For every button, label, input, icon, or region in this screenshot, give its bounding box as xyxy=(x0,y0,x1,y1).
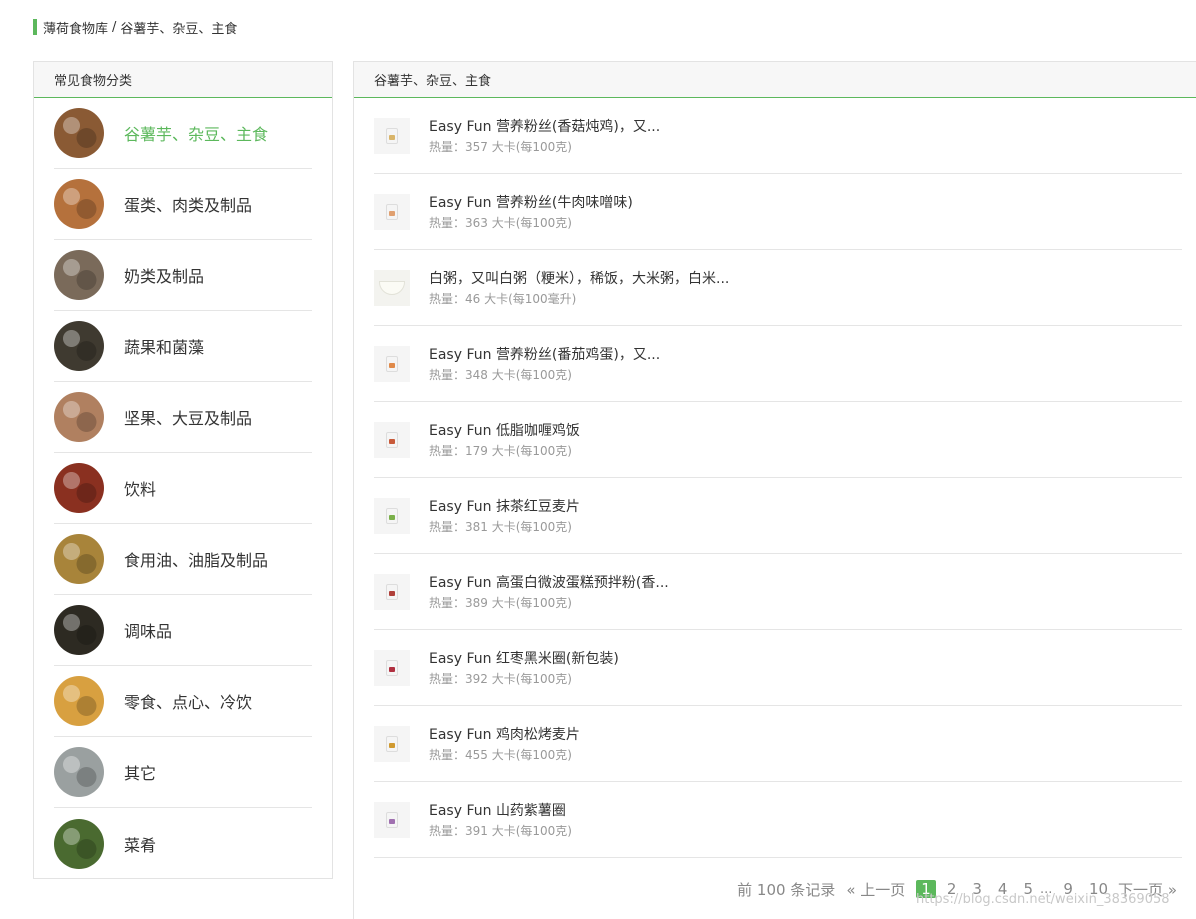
food-calories: 热量：455 大卡(每100克) xyxy=(429,747,572,762)
food-name[interactable]: Easy Fun 鸡肉松烤麦片 xyxy=(429,725,580,745)
food-package-icon xyxy=(374,725,410,762)
category-sidebar: 常见食物分类 谷薯芋、杂豆、主食 蛋类、肉类及制品 奶类及制品蔬果和菌藻坚果、大豆及… xyxy=(33,61,333,879)
food-item[interactable]: Easy Fun 营养粉丝(牛肉味噌味) 热量：363 大卡(每100克) xyxy=(374,174,1182,250)
food-item[interactable]: Easy Fun 低脂咖喱鸡饭热量：179 大卡(每100克) xyxy=(374,402,1182,478)
food-calories: 热量：392 大卡(每100克) xyxy=(429,671,572,686)
food-calories: 热量：363 大卡(每100克) xyxy=(429,215,572,230)
food-name[interactable]: Easy Fun 低脂咖喱鸡饭 xyxy=(429,421,580,441)
category-label: 蔬果和菌藻 xyxy=(124,338,205,357)
food-package-icon xyxy=(374,117,410,154)
food-calories: 热量：179 大卡(每100克) xyxy=(429,443,572,458)
food-item[interactable]: Easy Fun 营养粉丝(香菇炖鸡)，又... 热量：357 大卡(每100克) xyxy=(374,98,1182,174)
food-item[interactable]: Easy Fun 抹茶红豆麦片热量：381 大卡(每100克) xyxy=(374,478,1182,554)
food-item[interactable]: Easy Fun 山药紫薯圈热量：391 大卡(每100克) xyxy=(374,782,1182,858)
vegetable-category-icon xyxy=(54,321,104,371)
food-info: Easy Fun 营养粉丝(牛肉味噌味) 热量：363 大卡(每100克) xyxy=(429,193,633,231)
food-calories: 热量：381 大卡(每100克) xyxy=(429,519,572,534)
category-label: 菜肴 xyxy=(124,835,157,855)
porridge-bowl-icon xyxy=(374,269,410,306)
food-package-icon xyxy=(374,193,410,230)
watermark: https://blog.csdn.net/weixin_38369058 xyxy=(916,892,1170,907)
egg-category-icon xyxy=(54,179,104,229)
food-name[interactable]: Easy Fun 营养粉丝(香菇炖鸡)，又... xyxy=(429,117,660,137)
category-item[interactable]: 坚果、大豆及制品 xyxy=(54,382,312,453)
category-item[interactable]: 调味品 xyxy=(54,595,312,666)
category-item[interactable]: 食用油、油脂及制品 xyxy=(54,524,312,595)
pagination-prev[interactable]: « 上一页 xyxy=(841,879,910,900)
category-label: 食用油、油脂及制品 xyxy=(124,551,269,570)
category-label: 坚果、大豆及制品 xyxy=(124,409,253,428)
food-item[interactable]: Easy Fun 鸡肉松烤麦片热量：455 大卡(每100克) xyxy=(374,706,1182,782)
category-label: 谷薯芋、杂豆、主食 xyxy=(124,125,269,144)
food-name[interactable]: 白粥，又叫白粥（粳米），稀饭，大米粥，白米... xyxy=(429,269,729,289)
food-info: Easy Fun 营养粉丝(香菇炖鸡)，又... 热量：357 大卡(每100克) xyxy=(429,117,660,155)
food-list-panel: 谷薯芋、杂豆、主食 Easy Fun 营养粉丝(香菇炖鸡)，又... 热量：357… xyxy=(353,61,1196,919)
food-name[interactable]: Easy Fun 抹茶红豆麦片 xyxy=(429,497,580,517)
drink-category-icon xyxy=(54,463,104,513)
food-name[interactable]: Easy Fun 红枣黑米圈(新包装) xyxy=(429,649,619,669)
snack-category-icon xyxy=(54,676,104,726)
food-calories: 热量：389 大卡(每100克) xyxy=(429,595,572,610)
panel-title: 谷薯芋、杂豆、主食 xyxy=(354,62,1196,98)
food-name[interactable]: Easy Fun 营养粉丝(番茄鸡蛋)，又... xyxy=(429,345,660,365)
category-label: 零食、点心、冷饮 xyxy=(124,693,253,712)
food-name[interactable]: Easy Fun 高蛋白微波蛋糕预拌粉(香... xyxy=(429,573,669,593)
food-item[interactable]: Easy Fun 营养粉丝(番茄鸡蛋)，又... 热量：348 大卡(每100克) xyxy=(374,326,1182,402)
breadcrumb-current: 谷薯芋、杂豆、主食 xyxy=(120,21,238,37)
food-calories: 热量：357 大卡(每100克) xyxy=(429,139,572,154)
food-info: 白粥，又叫白粥（粳米），稀饭，大米粥，白米... 热量：46 大卡(每100毫升) xyxy=(429,269,729,307)
food-calories: 热量：46 大卡(每100毫升) xyxy=(429,291,577,306)
food-list: Easy Fun 营养粉丝(香菇炖鸡)，又... 热量：357 大卡(每100克)… xyxy=(354,98,1196,858)
food-item[interactable]: Easy Fun 红枣黑米圈(新包装) 热量：392 大卡(每100克) xyxy=(374,630,1182,706)
food-package-icon xyxy=(374,573,410,610)
food-package-icon xyxy=(374,421,410,458)
other-category-icon xyxy=(54,747,104,797)
food-package-icon xyxy=(374,801,410,838)
food-package-icon xyxy=(374,497,410,534)
food-calories: 热量：391 大卡(每100克) xyxy=(429,823,572,838)
category-item[interactable]: 蛋类、肉类及制品 xyxy=(54,169,312,240)
food-info: Easy Fun 红枣黑米圈(新包装) 热量：392 大卡(每100克) xyxy=(429,649,619,687)
category-item[interactable]: 蔬果和菌藻 xyxy=(54,311,312,382)
nut-category-icon xyxy=(54,392,104,442)
food-package-icon xyxy=(374,649,410,686)
category-item[interactable]: 饮料 xyxy=(54,453,312,524)
category-list: 谷薯芋、杂豆、主食 蛋类、肉类及制品 奶类及制品蔬果和菌藻坚果、大豆及制品 饮料食用油… xyxy=(34,98,332,879)
category-item[interactable]: 零食、点心、冷饮 xyxy=(54,666,312,737)
sidebar-title: 常见食物分类 xyxy=(34,62,332,98)
category-item[interactable]: 奶类及制品 xyxy=(54,240,312,311)
category-label: 奶类及制品 xyxy=(124,267,205,286)
category-item[interactable]: 其它 xyxy=(54,737,312,808)
category-item[interactable]: 菜肴 xyxy=(54,808,312,879)
breadcrumb-root-link[interactable]: 薄荷食物库 xyxy=(43,18,108,37)
food-info: Easy Fun 低脂咖喱鸡饭热量：179 大卡(每100克) xyxy=(429,421,580,459)
breadcrumb: 薄荷食物库 / 谷薯芋、杂豆、主食 xyxy=(33,18,238,37)
food-name[interactable]: Easy Fun 山药紫薯圈 xyxy=(429,801,572,821)
food-info: Easy Fun 高蛋白微波蛋糕预拌粉(香... 热量：389 大卡(每100克) xyxy=(429,573,669,611)
dish-category-icon xyxy=(54,818,104,869)
breadcrumb-accent-bar xyxy=(33,19,37,35)
category-item[interactable]: 谷薯芋、杂豆、主食 xyxy=(54,98,312,169)
grain-category-icon xyxy=(54,108,104,158)
pagination-total: 前 100 条记录 xyxy=(737,880,836,899)
food-package-icon xyxy=(374,345,410,382)
category-label: 其它 xyxy=(124,764,157,783)
category-label: 饮料 xyxy=(124,480,157,499)
seasoning-category-icon xyxy=(54,605,104,655)
breadcrumb-separator: / xyxy=(112,19,117,35)
oil-category-icon xyxy=(54,534,104,584)
food-info: Easy Fun 营养粉丝(番茄鸡蛋)，又... 热量：348 大卡(每100克) xyxy=(429,345,660,383)
category-label: 蛋类、肉类及制品 xyxy=(124,196,253,215)
category-label: 调味品 xyxy=(124,622,173,641)
food-info: Easy Fun 鸡肉松烤麦片热量：455 大卡(每100克) xyxy=(429,725,580,763)
food-info: Easy Fun 山药紫薯圈热量：391 大卡(每100克) xyxy=(429,801,572,839)
food-item[interactable]: Easy Fun 高蛋白微波蛋糕预拌粉(香... 热量：389 大卡(每100克) xyxy=(374,554,1182,630)
food-item[interactable]: 白粥，又叫白粥（粳米），稀饭，大米粥，白米... 热量：46 大卡(每100毫升) xyxy=(374,250,1182,326)
milk-category-icon xyxy=(54,250,104,300)
food-calories: 热量：348 大卡(每100克) xyxy=(429,367,572,382)
food-name[interactable]: Easy Fun 营养粉丝(牛肉味噌味) xyxy=(429,193,633,213)
food-info: Easy Fun 抹茶红豆麦片热量：381 大卡(每100克) xyxy=(429,497,580,535)
